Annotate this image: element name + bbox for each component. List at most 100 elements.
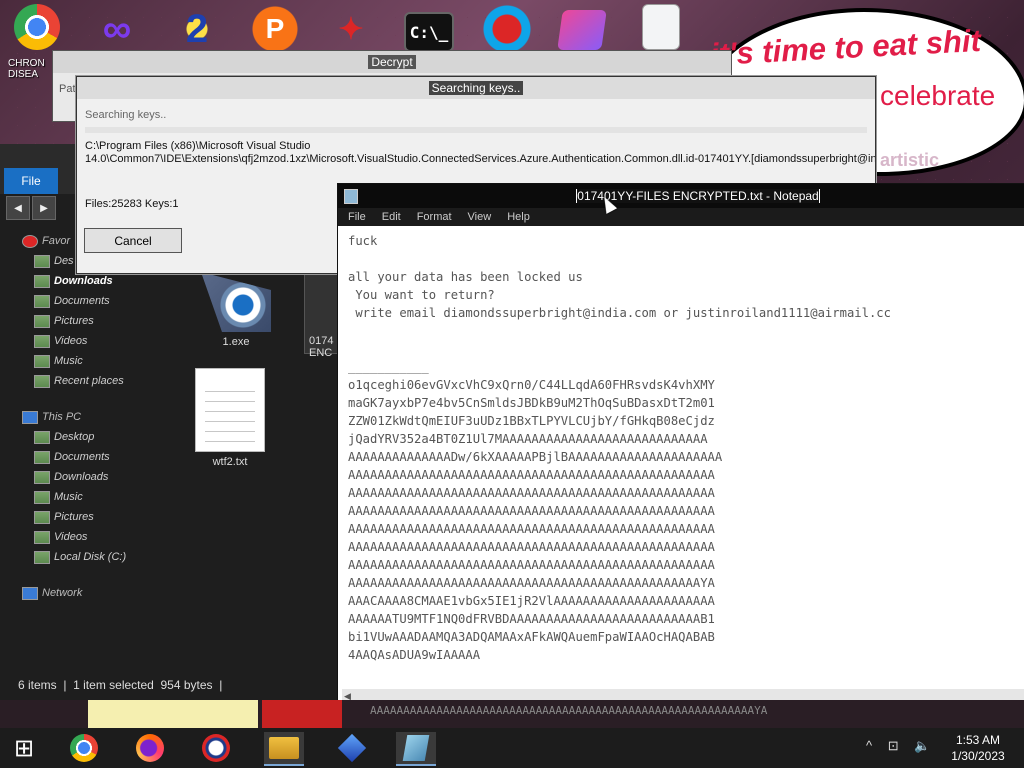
file-label: 1.exe xyxy=(222,336,250,348)
nav-item-label: Music xyxy=(54,491,83,503)
document-shortcut-icon[interactable] xyxy=(642,4,680,50)
nav-item-label: Network xyxy=(42,587,83,599)
folder-icon xyxy=(34,374,50,388)
banner-text-3: artistic xyxy=(880,150,940,170)
nav-item-label: Videos xyxy=(54,531,88,543)
current-file-path: C:\Program Files (x86)\Microsoft Visual … xyxy=(85,140,876,165)
nav-item-label: Pictures xyxy=(54,315,94,327)
nav-item-downloads[interactable]: Downloads xyxy=(34,272,113,290)
folder-icon xyxy=(34,274,50,288)
folder-icon xyxy=(34,450,50,464)
nav-item-label: Pictures xyxy=(54,511,94,523)
file-menu-tab[interactable]: File xyxy=(4,168,58,194)
nav-item-desktop[interactable]: Desktop xyxy=(34,428,94,446)
file-item-1-exe[interactable]: 1.exe xyxy=(194,272,278,348)
nav-item-downloads[interactable]: Downloads xyxy=(34,468,108,486)
notepad-text-area[interactable]: fuck all your data has been locked us Yo… xyxy=(348,232,1024,677)
folder-icon xyxy=(34,550,50,564)
nav-item-documents[interactable]: Documents xyxy=(34,448,110,466)
folder-icon xyxy=(34,510,50,524)
nav-item-label: Downloads xyxy=(54,471,109,483)
menu-edit[interactable]: Edit xyxy=(382,211,401,223)
clock-date: 1/30/2023 xyxy=(951,749,1005,763)
folder-icon xyxy=(34,530,50,544)
folder-icon xyxy=(34,314,50,328)
nav-item-local-disk-c[interactable]: Local Disk (C:) xyxy=(34,548,126,566)
nav-item-network[interactable]: Network xyxy=(22,584,82,602)
nav-item-recent-places[interactable]: Recent places xyxy=(34,372,124,390)
folder-icon xyxy=(22,410,38,424)
visual-studio-shortcut-icon[interactable]: ∞ xyxy=(92,4,142,54)
folder-icon xyxy=(34,354,50,368)
menu-view[interactable]: View xyxy=(468,211,492,223)
nav-item-pictures[interactable]: Pictures xyxy=(34,508,94,526)
nav-item-videos[interactable]: Videos xyxy=(34,528,87,546)
notepad-window[interactable]: 017401YY-FILES ENCRYPTED.txt - Notepad F… xyxy=(337,183,1024,708)
folder-icon xyxy=(34,334,50,348)
taskbar-app-icon[interactable] xyxy=(196,732,236,764)
app-p-shortcut-icon[interactable]: P xyxy=(250,4,300,54)
nav-item-music[interactable]: Music xyxy=(34,488,83,506)
folder-icon xyxy=(22,234,38,248)
nav-item-label: Recent places xyxy=(54,375,124,387)
nav-item-label: Favor xyxy=(42,235,71,247)
taskbar-chrome-icon[interactable] xyxy=(64,732,104,764)
explorer-status-bar: 6 items | 1 item selected 954 bytes | xyxy=(18,678,223,692)
nav-item-label: Downloads xyxy=(54,275,113,287)
santa-shortcut-icon[interactable] xyxy=(482,4,532,54)
notepad-titlebar[interactable]: 017401YY-FILES ENCRYPTED.txt - Notepad xyxy=(338,184,1024,208)
nav-item-des[interactable]: Des xyxy=(34,252,74,270)
cancel-button[interactable]: Cancel xyxy=(84,228,182,253)
files-keys-counter: Files:25283 Keys:1 xyxy=(85,198,179,210)
taskbar-file-explorer-icon[interactable] xyxy=(264,732,304,766)
searching-keys-titlebar[interactable]: Searching keys.. xyxy=(77,77,875,99)
back-arrow-icon[interactable]: ◀ xyxy=(6,196,30,220)
cmd-shortcut-icon[interactable]: C:\_ xyxy=(404,12,454,52)
nav-item-pictures[interactable]: Pictures xyxy=(34,312,94,330)
nav-item-music[interactable]: Music xyxy=(34,352,83,370)
nav-item-label: Videos xyxy=(54,335,88,347)
folder-icon xyxy=(34,470,50,484)
background-notepad-text: AAAAAAAAAAAAAAAAAAAAAAAAAAAAAAAAAAAAAAAA… xyxy=(370,704,768,717)
file-item-wtf2-txt[interactable]: wtf2.txt xyxy=(190,368,270,468)
red-app-shortcut-icon[interactable]: ✦ xyxy=(326,4,376,54)
nav-item-label: Local Disk (C:) xyxy=(54,551,127,563)
chrome-shortcut-icon[interactable] xyxy=(14,4,60,50)
text-file-icon xyxy=(195,368,265,452)
taskbar-clock[interactable]: 1:53 AM 1/30/2023 xyxy=(934,732,1022,764)
search-progress-bar xyxy=(85,127,867,133)
nav-item-label: Desktop xyxy=(54,431,95,443)
system-tray-icons[interactable]: ^ ⊡ 🔈 xyxy=(866,738,936,754)
nav-item-videos[interactable]: Videos xyxy=(34,332,87,350)
nav-item-documents[interactable]: Documents xyxy=(34,292,110,310)
menu-file[interactable]: File xyxy=(348,211,366,223)
media-app-shortcut-icon[interactable] xyxy=(557,10,607,50)
nav-item-label: Documents xyxy=(54,451,110,463)
clock-time: 1:53 AM xyxy=(955,733,1001,747)
searching-keys-title: Searching keys.. xyxy=(428,81,524,95)
explorer-nav-buttons: ◀ ▶ xyxy=(6,196,56,220)
start-windows-icon[interactable]: ⊞ xyxy=(4,732,44,764)
folder-icon xyxy=(34,430,50,444)
folder-icon xyxy=(34,490,50,504)
forward-arrow-icon[interactable]: ▶ xyxy=(32,196,56,220)
folder-icon xyxy=(34,254,50,268)
nav-item-favor[interactable]: Favor xyxy=(22,232,70,250)
decrypt-window-titlebar[interactable]: Decrypt xyxy=(53,51,731,73)
notepad-app-icon[interactable] xyxy=(344,189,358,204)
app-2-shortcut-icon[interactable]: 2 xyxy=(172,4,222,54)
folder-icon xyxy=(34,294,50,308)
menu-help[interactable]: Help xyxy=(507,211,530,223)
path-label: Pat xyxy=(59,83,76,95)
taskbar-diamond-app-icon[interactable] xyxy=(332,732,372,764)
menu-format[interactable]: Format xyxy=(417,211,452,223)
nav-item-label: Des xyxy=(54,255,74,267)
taskbar-notepad-icon[interactable] xyxy=(396,732,436,766)
background-red-panel xyxy=(262,700,342,728)
nav-item-this-pc[interactable]: This PC xyxy=(22,408,81,426)
notepad-menubar: File Edit Format View Help xyxy=(338,208,1024,226)
background-sticker xyxy=(88,700,258,728)
file-label: wtf2.txt xyxy=(212,456,248,468)
search-status-label: Searching keys.. xyxy=(85,109,167,121)
taskbar-firefox-icon[interactable] xyxy=(130,732,170,764)
